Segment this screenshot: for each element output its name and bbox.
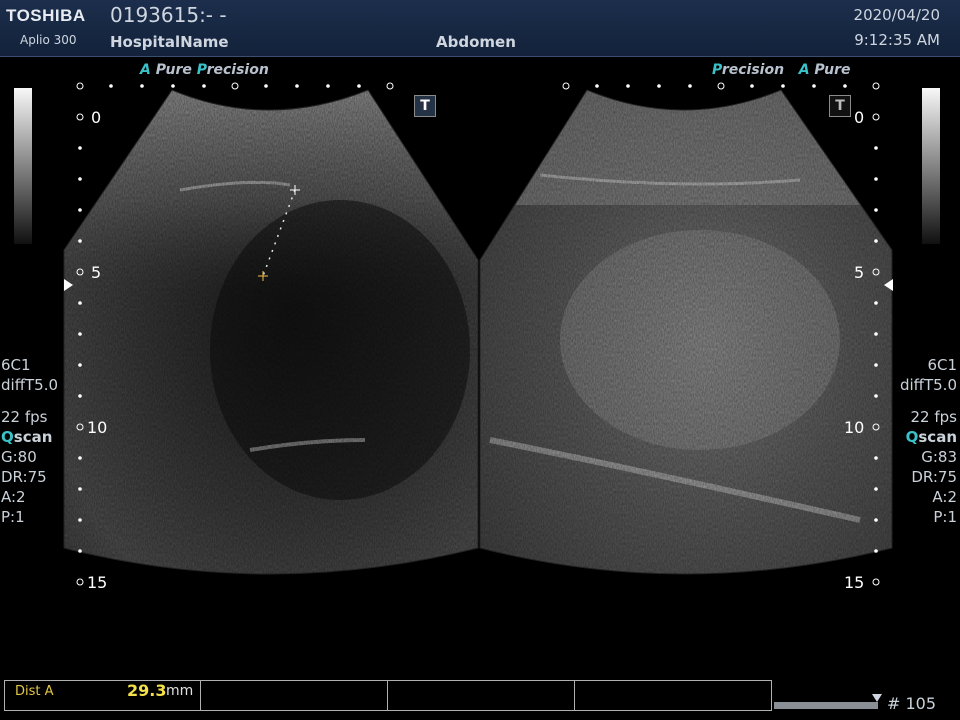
measurement-cell-4[interactable]	[574, 681, 770, 710]
left-gain: G:80	[1, 448, 37, 466]
left-mode: diffT5.0	[1, 376, 59, 394]
frame-number: # 105	[886, 694, 936, 713]
right-mode: diffT5.0	[899, 376, 957, 394]
measurement-cell-2[interactable]	[200, 681, 388, 710]
right-depth-label-0: 0	[854, 108, 864, 127]
measurement-unit: mm	[166, 683, 194, 699]
left-focus-marker[interactable]	[64, 279, 73, 291]
left-params: 6C1 diffT5.0 22 fps Qscan G:80 DR:75 A:2…	[1, 355, 58, 527]
right-a: A:2	[932, 488, 957, 506]
measurement-panel: Dist A 29.3 mm	[4, 680, 772, 711]
ultrasound-canvas: 0 5 10 15 0 5 10 15	[63, 82, 893, 592]
measurement-cell-3[interactable]	[387, 681, 575, 710]
right-dr: DR:75	[911, 468, 957, 486]
measurement-value: 29.3	[127, 681, 167, 700]
left-p: P:1	[1, 508, 25, 526]
right-probe: 6C1	[927, 356, 957, 374]
right-depth-label-5: 5	[854, 263, 864, 282]
measurement-cell-1[interactable]: Dist A 29.3 mm	[5, 681, 201, 710]
right-fps: 22 fps	[910, 408, 957, 426]
right-depth-label-15: 15	[844, 573, 864, 592]
left-probe: 6C1	[1, 356, 31, 374]
right-gain: G:83	[921, 448, 957, 466]
right-p: P:1	[933, 508, 957, 526]
left-qscan: Qscan	[1, 428, 53, 446]
left-depth-label-15: 15	[87, 573, 107, 592]
left-depth-label-10: 10	[87, 418, 107, 437]
right-qscan: Qscan	[905, 428, 957, 446]
right-depth-label-10: 10	[844, 418, 864, 437]
left-depth-label-5: 5	[91, 263, 101, 282]
cine-slider[interactable]	[774, 702, 878, 709]
cine-slider-marker[interactable]	[872, 694, 882, 702]
left-fps: 22 fps	[1, 408, 48, 426]
left-depth-label-0: 0	[91, 108, 101, 127]
right-focus-marker[interactable]	[884, 279, 893, 291]
right-params: 6C1 diffT5.0 22 fps Qscan G:83 DR:75 A:2…	[900, 355, 957, 527]
measurement-label: Dist A	[15, 684, 54, 699]
left-a: A:2	[1, 488, 26, 506]
left-dr: DR:75	[1, 468, 47, 486]
top-ruler	[76, 82, 880, 90]
